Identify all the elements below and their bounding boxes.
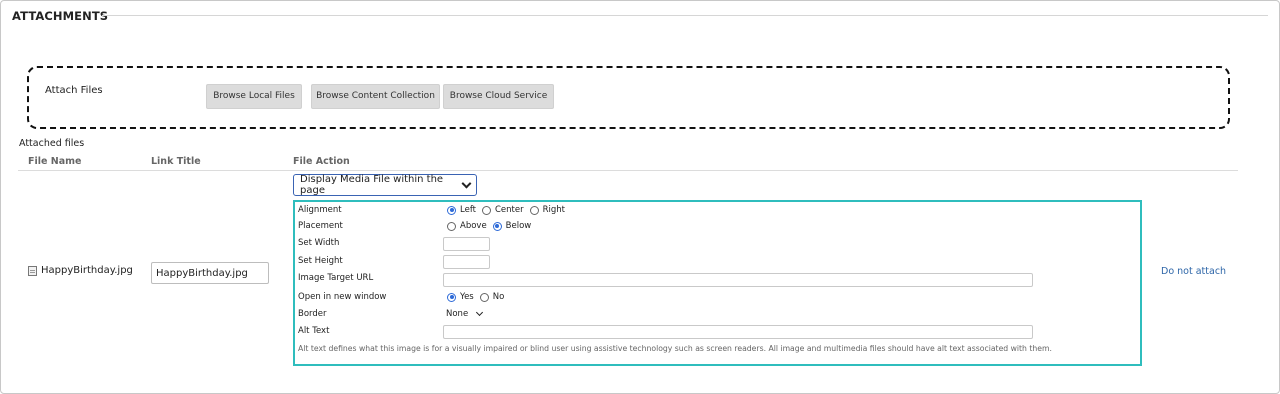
browse-cloud-service-button[interactable]: Browse Cloud Service — [443, 84, 554, 109]
alignment-center-label: Center — [495, 205, 524, 215]
alignment-radio-group: Left Center Right — [447, 205, 571, 215]
alignment-left-label: Left — [460, 205, 476, 215]
alignment-left-radio[interactable] — [447, 205, 456, 215]
alignment-center-radio[interactable] — [482, 205, 491, 215]
open-new-window-yes-label: Yes — [460, 292, 474, 302]
table-header-divider — [18, 170, 1238, 171]
chevron-down-icon — [475, 308, 484, 317]
section-title: ATTACHMENTS — [12, 9, 109, 23]
alignment-label: Alignment — [298, 205, 342, 215]
attach-files-label: Attach Files — [45, 85, 103, 96]
link-title-input[interactable] — [151, 262, 269, 284]
placement-above-radio[interactable] — [447, 221, 456, 231]
image-target-url-input[interactable] — [443, 273, 1033, 287]
alignment-right-label: Right — [542, 205, 565, 215]
column-header-link-title: Link Title — [151, 156, 201, 167]
open-new-window-yes-radio[interactable] — [447, 292, 456, 302]
file-name: HappyBirthday.jpg — [41, 265, 133, 276]
column-header-file-name: File Name — [28, 156, 82, 167]
section-divider — [102, 15, 1268, 16]
border-label: Border — [298, 309, 327, 319]
border-select[interactable]: None — [444, 307, 484, 321]
open-new-window-radio-group: Yes No — [447, 292, 510, 302]
set-height-label: Set Height — [298, 256, 343, 266]
border-select-value: None — [446, 309, 469, 319]
set-height-input[interactable] — [443, 255, 490, 269]
open-new-window-no-label: No — [492, 292, 505, 302]
browse-local-files-button[interactable]: Browse Local Files — [206, 84, 302, 109]
placement-label: Placement — [298, 221, 343, 231]
file-name-cell: HappyBirthday.jpg — [28, 265, 133, 276]
attached-files-label: Attached files — [19, 138, 85, 149]
browse-content-collection-button[interactable]: Browse Content Collection — [311, 84, 440, 109]
do-not-attach-link[interactable]: Do not attach — [1161, 266, 1226, 277]
alt-text-input[interactable] — [443, 325, 1033, 339]
column-header-file-action: File Action — [293, 156, 350, 167]
set-width-label: Set Width — [298, 238, 340, 248]
set-width-input[interactable] — [443, 237, 490, 251]
open-new-window-label: Open in new window — [298, 292, 387, 302]
file-action-select[interactable]: Display Media File within the page — [293, 174, 477, 196]
open-new-window-no-radio[interactable] — [479, 292, 489, 302]
placement-radio-group: Above Below — [447, 221, 537, 231]
file-icon — [28, 265, 37, 276]
alt-text-help: Alt text defines what this image is for … — [298, 344, 1052, 353]
file-action-value: Display Media File within the page — [300, 174, 444, 196]
placement-below-radio[interactable] — [492, 221, 502, 231]
alignment-right-radio[interactable] — [529, 205, 539, 215]
alt-text-label: Alt Text — [298, 326, 330, 336]
placement-above-label: Above — [460, 221, 487, 231]
image-target-url-label: Image Target URL — [298, 273, 374, 283]
placement-below-label: Below — [505, 221, 532, 231]
